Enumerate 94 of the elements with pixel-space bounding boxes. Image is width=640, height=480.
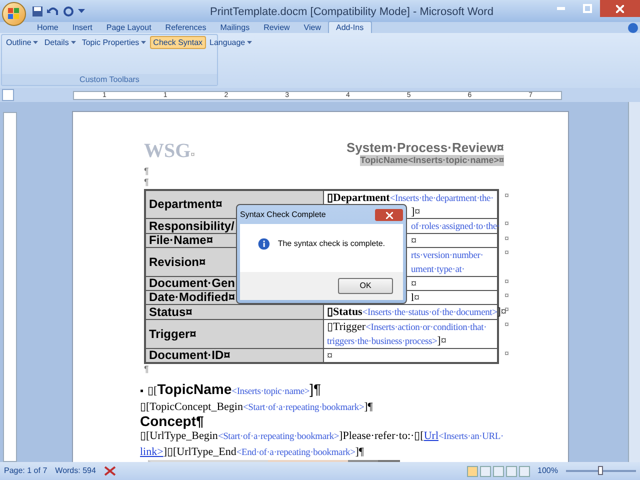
- paragraph-mark: ¶: [144, 364, 149, 375]
- ribbon-tab[interactable]: Mailings: [213, 22, 257, 33]
- caret-icon: [70, 41, 76, 44]
- toolbar-dropdown-button[interactable]: Outline: [4, 36, 40, 49]
- ribbon-tab[interactable]: Home: [30, 22, 66, 33]
- ribbon-tab[interactable]: Review: [256, 22, 297, 33]
- dialog-title: Syntax Check Complete: [240, 209, 326, 221]
- placeholder-hint: ument·type·at·: [411, 265, 465, 275]
- toolbar-dropdown-button[interactable]: Check Syntax: [150, 36, 206, 49]
- ribbon-tab[interactable]: References: [158, 22, 214, 33]
- field-text: l¤: [411, 292, 420, 304]
- ok-button[interactable]: OK: [338, 278, 393, 294]
- view-button[interactable]: [492, 466, 504, 476]
- table-label-cell: Document·ID¤: [146, 349, 323, 362]
- placeholder-hint: <Inserts·the·department·the·: [390, 194, 494, 204]
- ribbon-tab[interactable]: View: [296, 22, 328, 33]
- undo-icon[interactable]: [47, 6, 59, 16]
- close-button[interactable]: [375, 209, 403, 221]
- tab-selector[interactable]: [2, 89, 14, 101]
- group-label: Custom Toolbars: [2, 74, 217, 85]
- field-text: ▯Trigger: [327, 321, 366, 333]
- ribbon-tab[interactable]: Add-Ins: [328, 21, 372, 33]
- placeholder-hint: <Inserts·topic·name>: [232, 387, 310, 397]
- toolbar-dropdown-button[interactable]: Topic Properties: [80, 36, 148, 49]
- field-text: ▯Department: [327, 192, 390, 204]
- caret-icon: [247, 41, 252, 44]
- end-of-row-mark: ¤: [504, 291, 509, 301]
- zoom-thumb[interactable]: [598, 466, 603, 475]
- window-title: PrintTemplate.docm [Compatibility Mode] - Microsoft Word: [210, 5, 494, 20]
- field-text: ]¶: [355, 446, 364, 458]
- field-text: ¤: [411, 278, 416, 290]
- office-logo-icon: [8, 8, 20, 20]
- placeholder-hint: <Inserts·the·status·of·the·document>: [362, 308, 498, 318]
- toolbar-dropdown-button[interactable]: Details: [42, 36, 78, 49]
- field-text: ]¤: [437, 335, 446, 347]
- view-button[interactable]: [506, 466, 517, 476]
- page-count[interactable]: Page: 1 of 7: [4, 465, 48, 477]
- field-text: ▯[UrlType_Begin: [140, 430, 218, 442]
- link-text[interactable]: Url: [424, 430, 439, 442]
- table-label-cell: Status¤: [146, 305, 323, 319]
- placeholder-hint: <Inserts·an·URL·: [438, 432, 504, 442]
- minimize-icon: [557, 7, 565, 10]
- end-of-row-mark: ¤: [504, 320, 509, 330]
- end-of-row-mark: ¤: [504, 248, 509, 258]
- topic-name-field: TopicName<Inserts·topic·name>¤: [360, 155, 504, 166]
- placeholder-hint: <Start·of·a·repeating·bookmark>: [243, 403, 364, 413]
- view-button[interactable]: [480, 466, 491, 476]
- field-text: ]¶: [364, 401, 373, 413]
- field-text: ¤: [327, 350, 332, 362]
- field-text: ▯[TopicConcept_Begin: [140, 401, 243, 413]
- word-count[interactable]: Words: 594: [55, 465, 96, 477]
- close-button[interactable]: [600, 0, 640, 17]
- ribbon-tab[interactable]: Page Layout: [99, 22, 158, 33]
- customize-caret-icon[interactable]: [78, 8, 85, 14]
- link-text[interactable]: link>: [140, 446, 164, 458]
- field-text: ]▯[UrlType_End: [163, 446, 236, 458]
- field-text: ▯[: [148, 385, 158, 397]
- view-button[interactable]: [518, 466, 530, 476]
- paragraph-mark: ¶: [144, 177, 149, 188]
- proofing-icon[interactable]: [104, 466, 116, 476]
- field-text: ]Please·refer·to:·▯[: [339, 430, 424, 442]
- field-text: ]¶: [310, 381, 322, 397]
- placeholder-hint: rts·version·number·: [411, 251, 484, 261]
- field-text: ▯Status: [327, 306, 362, 318]
- placeholder-hint: <Inserts·action·or·condition·that·: [366, 323, 487, 333]
- zoom-level[interactable]: 100%: [538, 465, 558, 477]
- table-label-cell: Trigger¤: [146, 320, 323, 348]
- end-of-row-mark: ¤: [504, 234, 509, 244]
- placeholder-hint: <End·of·a·repeating·bookmark>: [236, 448, 356, 458]
- save-icon[interactable]: [32, 6, 43, 16]
- end-of-row-mark: ¤: [504, 219, 509, 229]
- field-text: ▪: [140, 386, 144, 397]
- end-of-row-mark: ¤: [504, 349, 509, 359]
- close-icon: [616, 4, 624, 12]
- toolbar-dropdown-button[interactable]: Language: [208, 36, 254, 49]
- heading-text: Concept¶: [140, 413, 204, 429]
- placeholder-hint: triggers·the·business·process>: [327, 337, 438, 347]
- field-text: ¤: [411, 235, 416, 247]
- heading-text: TopicName: [157, 381, 232, 397]
- paragraph-mark: ¶: [144, 166, 149, 177]
- end-of-row-mark: ¤: [504, 191, 509, 201]
- ribbon-tab[interactable]: Insert: [65, 22, 100, 33]
- end-of-row-mark: ¤: [504, 277, 509, 287]
- view-button[interactable]: [466, 466, 478, 476]
- field-text: ]¤: [411, 206, 420, 218]
- restore-icon: [582, 4, 592, 13]
- office-button[interactable]: [2, 2, 26, 26]
- close-icon: [386, 212, 392, 218]
- vertical-scrollbar[interactable]: [628, 102, 640, 462]
- document-title: System·Process·Review¤: [346, 140, 504, 155]
- logo-text: WSG¤: [144, 140, 195, 164]
- caret-icon: [33, 41, 38, 44]
- placeholder-hint: <Start·of·a·repeating·bookmark>: [218, 432, 340, 442]
- caret-icon: [141, 41, 146, 44]
